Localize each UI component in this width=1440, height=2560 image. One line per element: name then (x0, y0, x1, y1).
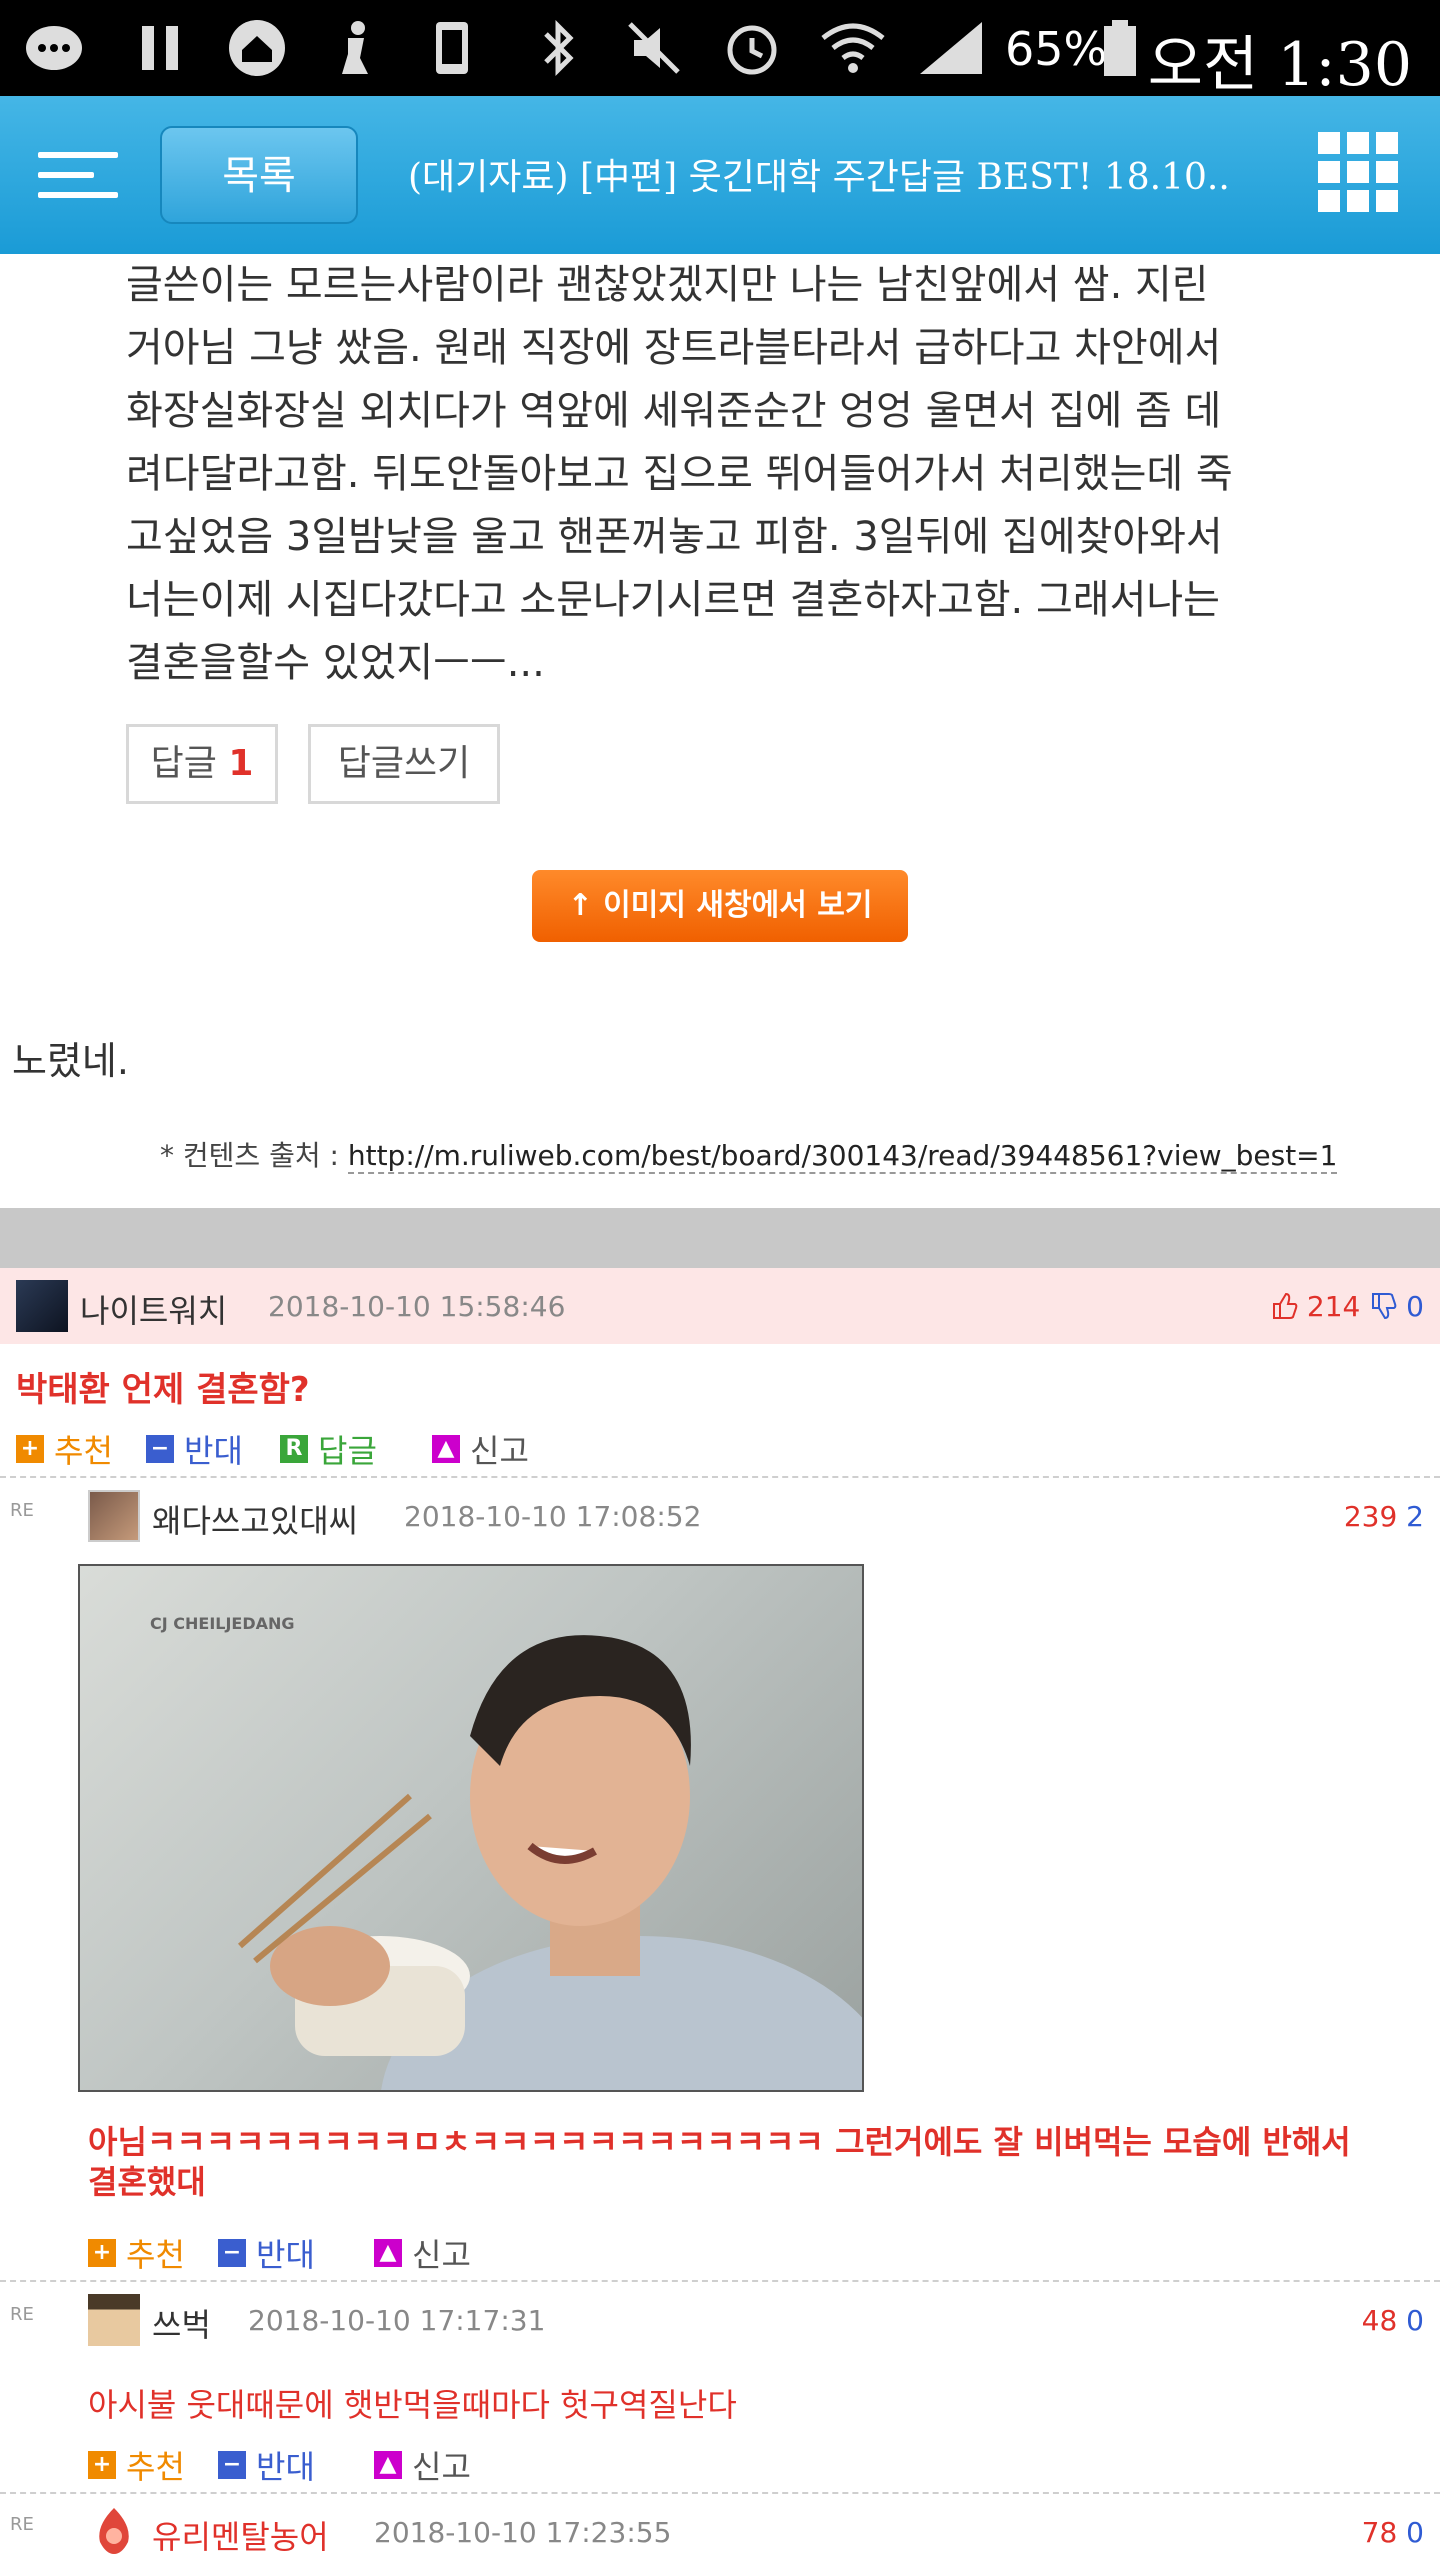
mute-icon (624, 18, 684, 78)
phone-icon (430, 18, 474, 78)
comment-image[interactable]: CJ CHEILJEDANG (78, 1564, 864, 2092)
thumbs-down-icon[interactable] (1369, 1290, 1406, 1323)
pause-icon (136, 18, 186, 78)
article-text: 글쓴이는 모르는사람이라 괜찮았겠지만 나는 남친앞에서 쌈. 지린 거아님 그… (126, 254, 1326, 695)
comment-votes: 48 0 (1362, 2304, 1424, 2337)
downvote-count: 0 (1406, 2516, 1424, 2549)
message-icon (22, 18, 86, 78)
plus-icon: + (16, 1435, 44, 1463)
open-image-new-window-button[interactable]: ↑ 이미지 새창에서 보기 (532, 870, 908, 942)
comment-nickname[interactable]: 쓰벅 (152, 2300, 211, 2346)
reply-arrow-icon: RE (10, 2514, 34, 2535)
comment-body-line: 결혼했대 (88, 2163, 206, 2201)
man-eating-rice-illustration (238, 1635, 862, 2090)
comment-votes: 239 2 (1344, 1500, 1424, 1533)
upvote-count: 214 (1306, 1290, 1361, 1323)
person-icon (330, 18, 380, 78)
apps-grid-icon[interactable] (1318, 132, 1398, 212)
source-label: * 컨텐츠 출처 : (160, 1139, 348, 1172)
minus-icon: − (218, 2239, 246, 2267)
article-line: 거아님 그냥 쌌음. 원래 직장에 장트라블타라서 급하다고 차안에서 (126, 325, 1222, 371)
clock: 오전 1:30 (1147, 30, 1412, 100)
comment-body: 아시불 웃대때문에 햇반먹을때마다 헛구역질난다 (88, 2386, 737, 2424)
report-button[interactable]: ▲ 신고 (374, 2230, 471, 2276)
comment-nickname[interactable]: 유리멘탈농어 (152, 2512, 329, 2558)
comment-divider (0, 2492, 1440, 2494)
body-comment: 노렸네. (12, 1039, 129, 1083)
avatar[interactable] (88, 1490, 140, 1542)
top-bar: 목록 (대기자료) [中편] 웃긴대학 주간답글 BEST! 18.10... (0, 96, 1440, 254)
upvote-count: 239 (1343, 1500, 1398, 1533)
thumbs-up-icon[interactable] (1270, 1290, 1307, 1323)
article-line: 려다달라고함. 뒤도안돌아보고 집으로 뛰어들어가서 처리했는데 죽 (126, 451, 1233, 497)
battery-percent: 65% (1005, 22, 1108, 76)
comment-header: 나이트워치 2018-10-10 15:58:46 214 0 (0, 1268, 1440, 1344)
downvote-count: 0 (1406, 1290, 1424, 1323)
minus-icon: − (218, 2451, 246, 2479)
avatar[interactable] (88, 2294, 140, 2346)
section-divider (0, 1208, 1440, 1268)
reply-count: 1 (228, 743, 254, 784)
content-source: * 컨텐츠 출처 : http://m.ruliweb.com/best/boa… (160, 1134, 1338, 1174)
reply-arrow-icon: RE (10, 2304, 34, 2325)
comment-date: 2018-10-10 17:23:55 (374, 2516, 672, 2549)
reply-icon: R (280, 1435, 308, 1463)
write-reply-button[interactable]: 답글쓰기 (308, 724, 500, 804)
comment-divider (0, 2280, 1440, 2282)
signal-icon (916, 18, 986, 78)
comment-nickname[interactable]: 왜다쓰고있대씨 (152, 1496, 358, 1542)
upvote-count: 78 (1361, 2516, 1398, 2549)
minus-icon: − (146, 1435, 174, 1463)
source-link[interactable]: http://m.ruliweb.com/best/board/300143/r… (347, 1139, 1338, 1174)
article-line: 고싶었음 3일밤낮을 울고 핸폰꺼놓고 피함. 3일뒤에 집에찾아와서 (126, 514, 1223, 560)
bluetooth-icon (536, 18, 580, 78)
reply-label: 답글 (150, 743, 217, 784)
downvote-count: 2 (1406, 1500, 1424, 1533)
comment-date: 2018-10-10 17:08:52 (404, 1500, 702, 1533)
reply-arrow-icon: RE (10, 1500, 34, 1521)
recommend-button[interactable]: + 추천 (88, 2442, 185, 2488)
comment-body: 아님ㅋㅋㅋㅋㅋㅋㅋㅋㅋㅁㅊㅋㅋㅋㅋㅋㅋㅋㅋㅋㅋㅋㅋ 그런거에도 잘 비벼먹는 모… (88, 2122, 1351, 2202)
oppose-button[interactable]: − 반대 (146, 1426, 243, 1472)
comment-body-line: 아님ㅋㅋㅋㅋㅋㅋㅋㅋㅋㅁㅊㅋㅋㅋㅋㅋㅋㅋㅋㅋㅋㅋㅋ 그런거에도 잘 비벼먹는 모… (88, 2123, 1351, 2161)
comment-body: 박태환 언제 결혼함? (16, 1370, 310, 1410)
article-line: 화장실화장실 외치다가 역앞에 세워준순간 엉엉 울면서 집에 좀 데 (126, 388, 1222, 434)
wifi-icon (818, 18, 888, 78)
comment-votes: 78 0 (1362, 2516, 1424, 2549)
status-bar: 65% 오전 1:30 (0, 0, 1440, 100)
comment-date: 2018-10-10 17:17:31 (248, 2304, 546, 2337)
recommend-button[interactable]: + 추천 (16, 1426, 113, 1472)
comment-votes: 214 0 (1270, 1290, 1424, 1323)
comment-date: 2018-10-10 15:58:46 (268, 1290, 566, 1323)
comment-nickname[interactable]: 나이트워치 (80, 1286, 227, 1332)
oppose-button[interactable]: − 반대 (218, 2230, 315, 2276)
avatar[interactable] (16, 1280, 68, 1332)
alarm-icon (722, 18, 782, 78)
siren-icon: ▲ (374, 2451, 402, 2479)
plus-icon: + (88, 2239, 116, 2267)
report-button[interactable]: ▲ 신고 (432, 1426, 529, 1472)
article-line: 결혼을할수 있었지ㅡㅡ... (126, 640, 545, 686)
article-line: 글쓴이는 모르는사람이라 괜찮았겠지만 나는 남친앞에서 쌈. 지린 (126, 262, 1209, 308)
downvote-count: 0 (1406, 2304, 1424, 2337)
comment-divider (0, 1476, 1440, 1478)
article-line: 너는이제 시집다갔다고 소문나기시르면 결혼하자고함. 그래서나는 (126, 577, 1220, 623)
siren-icon: ▲ (432, 1435, 460, 1463)
page-title: (대기자료) [中편] 웃긴대학 주간답글 BEST! 18.10... (408, 157, 1228, 198)
battery-icon (1100, 18, 1140, 78)
avatar[interactable] (92, 2506, 136, 2556)
oppose-button[interactable]: − 반대 (218, 2442, 315, 2488)
siren-icon: ▲ (374, 2239, 402, 2267)
report-button[interactable]: ▲ 신고 (374, 2442, 471, 2488)
home-circle-icon (222, 18, 292, 78)
recommend-button[interactable]: + 추천 (88, 2230, 185, 2276)
reply-button[interactable]: R 답글 (280, 1426, 377, 1472)
list-button[interactable]: 목록 (160, 126, 358, 224)
menu-icon[interactable] (38, 152, 118, 198)
upvote-count: 48 (1361, 2304, 1398, 2337)
reply-count-button[interactable]: 답글 1 (126, 724, 278, 804)
plus-icon: + (88, 2451, 116, 2479)
